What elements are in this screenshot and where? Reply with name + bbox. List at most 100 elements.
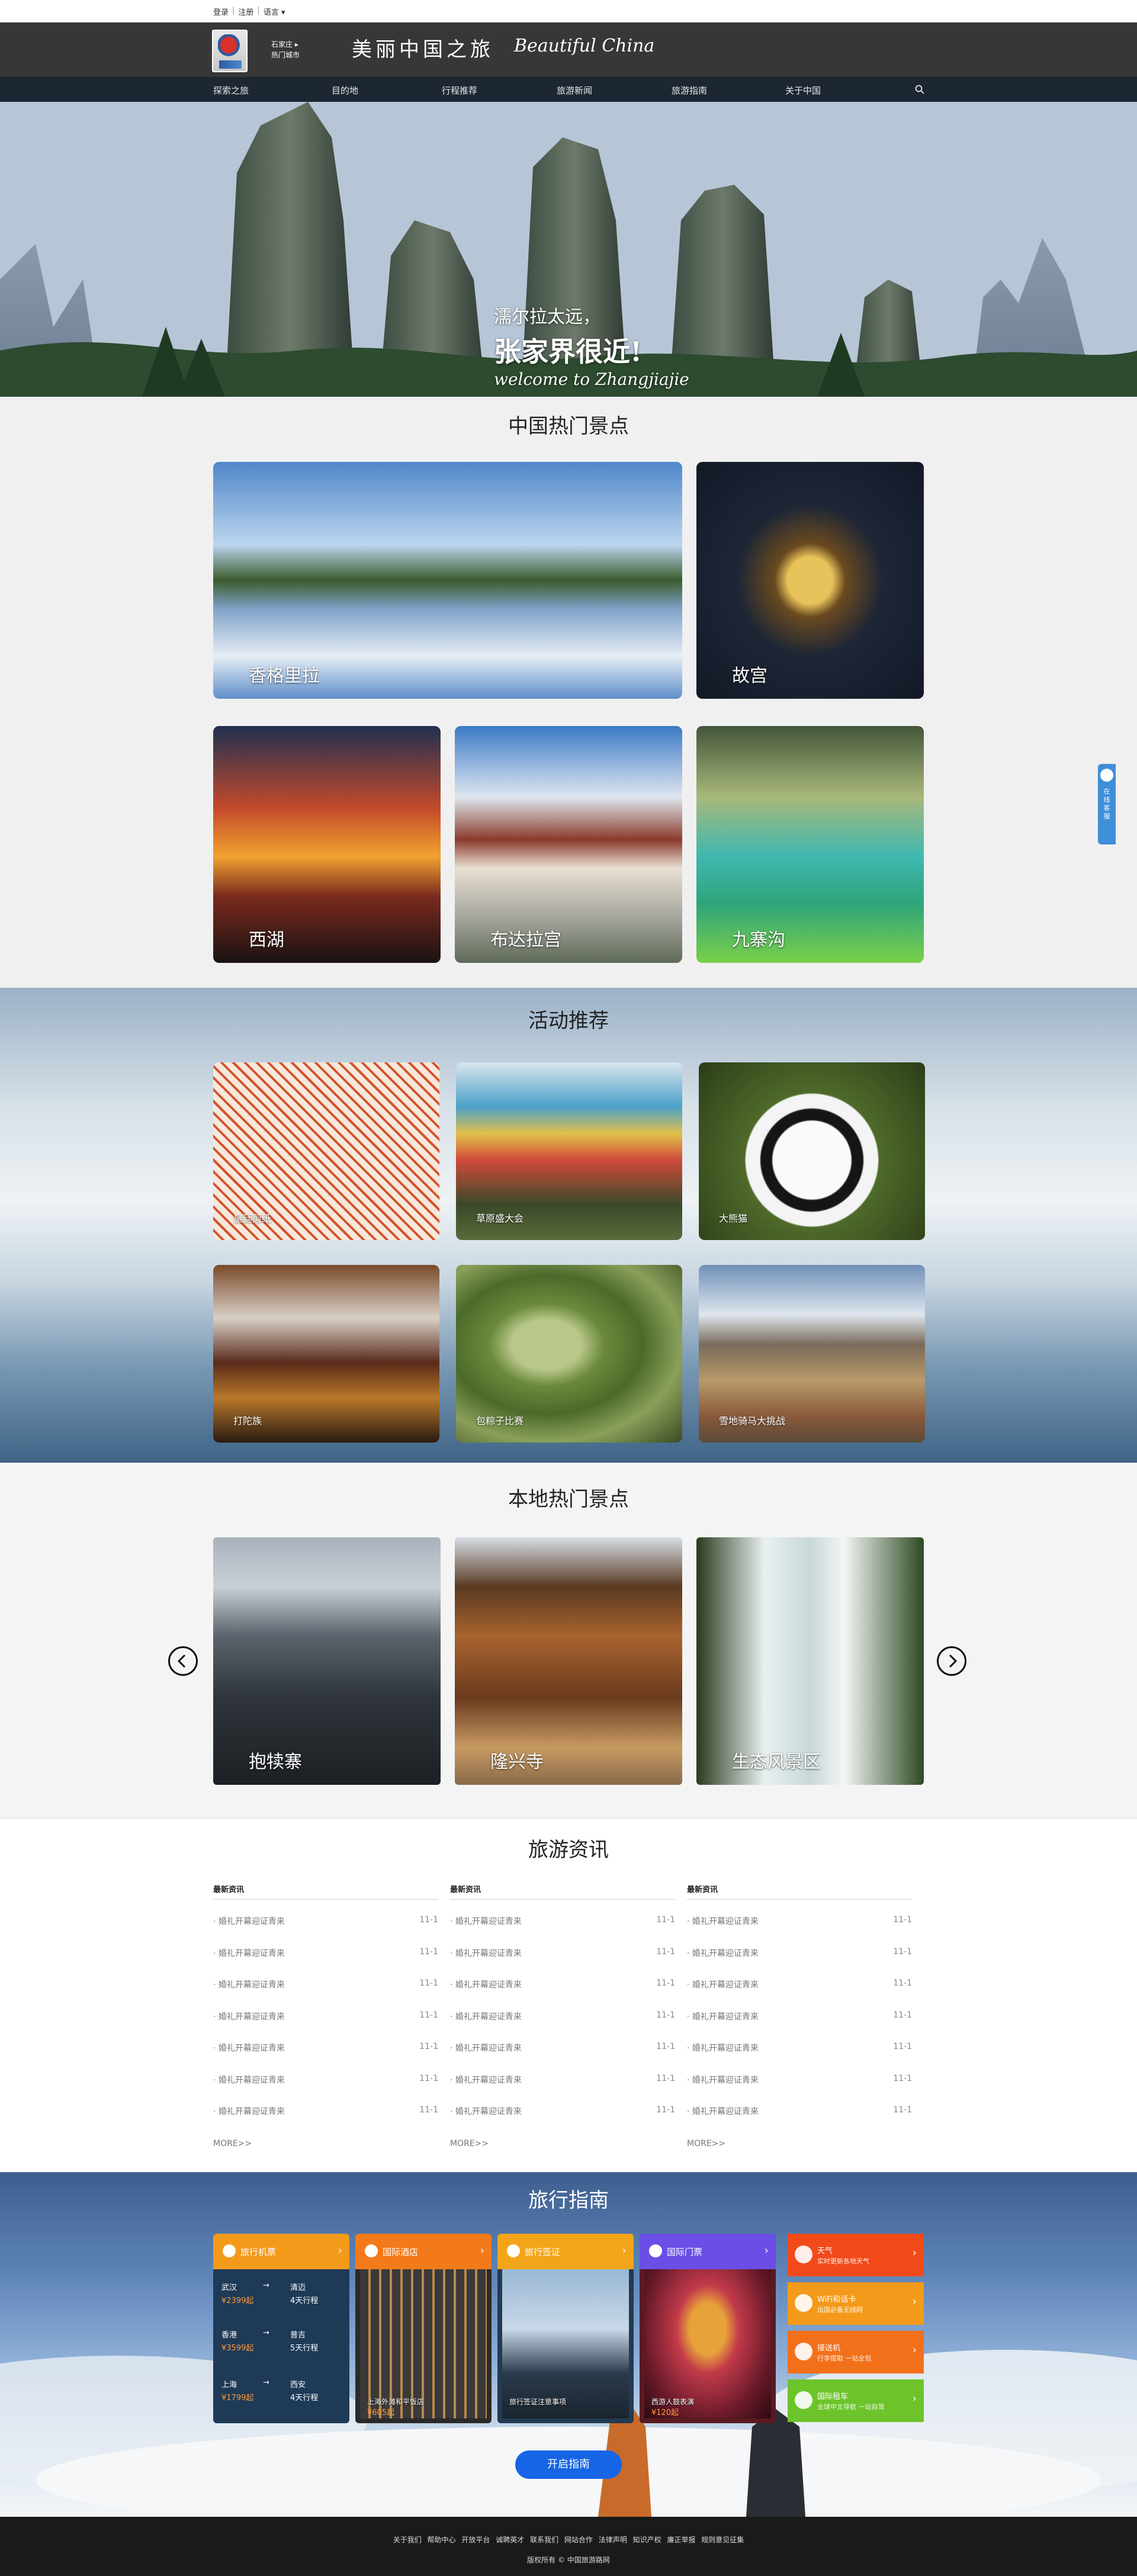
service-desc: 行李提取 一站全包 [817,2355,872,2362]
news-item-title[interactable]: · 婚礼开幕迎证青来 [687,1978,759,1990]
site-logo[interactable] [212,30,248,72]
footer-link-careers[interactable]: 诚聘英才 [496,2536,524,2544]
flight-price[interactable]: ¥3599起 [221,2341,253,2353]
spot-card-west-lake[interactable]: 西湖 [213,726,441,963]
hot-cities-link[interactable]: 热门城市 [271,50,300,60]
news-more-link[interactable]: MORE>> [213,2139,252,2148]
news-item-title[interactable]: · 婚礼开幕迎证青来 [687,2074,759,2086]
carousel-next-button[interactable] [937,1646,966,1676]
news-item-title[interactable]: · 婚礼开幕迎证青来 [450,2010,522,2022]
spot-card-jiuzhaigou[interactable]: 九寨沟 [696,726,924,963]
activity-card-zongzi[interactable]: 包粽子比赛 [456,1265,682,1443]
guide-card-title[interactable]: 旅行签证 [525,2246,560,2258]
guide-card-title[interactable]: 国际门票 [667,2246,702,2258]
news-item-title[interactable]: · 婚礼开幕迎证青来 [687,2010,759,2022]
local-spot-card-baoduzhai[interactable]: 抱犊寨 [213,1537,441,1785]
activity-card-papercut[interactable]: 皇廷剪纸 [213,1062,439,1240]
city-selector[interactable]: 石家庄 ▸ 热门城市 [271,39,300,60]
nav-item-about[interactable]: 关于中国 [785,84,821,97]
guide-card-title[interactable]: 旅行机票 [240,2246,276,2258]
news-item-title[interactable]: · 婚礼开幕迎证青来 [450,1915,522,1927]
guide-card-header[interactable]: 旅行机票 › [213,2234,349,2269]
news-item-title[interactable]: · 婚礼开幕迎证青来 [213,2105,285,2117]
news-item-title[interactable]: · 婚礼开幕迎证青来 [213,1947,285,1959]
hero-banner[interactable]: 濡尔拉太远， 张家界很近! welcome to Zhangjiajie [0,102,1137,397]
activity-card-snow-riding[interactable]: 雪地骑马大挑战 [699,1265,925,1443]
chevron-right-icon[interactable]: › [480,2244,484,2257]
news-item-title[interactable]: · 婚礼开幕迎证青来 [450,2042,522,2054]
news-item-title[interactable]: · 婚礼开幕迎证青来 [213,1915,285,1927]
guide-card-header[interactable]: 国际门票 › [640,2234,776,2269]
nav-item-itineraries[interactable]: 行程推荐 [442,84,477,97]
guide-card-title[interactable]: 国际酒店 [383,2246,418,2258]
current-city[interactable]: 石家庄 ▸ [271,39,300,50]
chevron-right-icon[interactable]: › [765,2244,769,2257]
news-item-title[interactable]: · 婚礼开幕迎证青来 [687,1947,759,1959]
login-link[interactable]: 登录 [213,6,229,17]
news-more-link[interactable]: MORE>> [450,2139,489,2148]
guide-card-header[interactable]: 国际酒店 › [355,2234,492,2269]
nav-item-destinations[interactable]: 目的地 [332,84,358,97]
footer-link-help[interactable]: 帮助中心 [428,2536,456,2544]
guide-card-header[interactable]: 旅行签证 › [497,2234,634,2269]
chevron-right-icon[interactable]: › [338,2244,342,2257]
footer-link-feedback[interactable]: 规则意见征集 [701,2536,744,2544]
nav-item-guide[interactable]: 旅游指南 [672,84,707,97]
news-item-title[interactable]: · 婚礼开幕迎证青来 [687,2042,759,2054]
activity-card-grassland[interactable]: 草原盛大会 [456,1062,682,1240]
footer-link-report[interactable]: 廉正举报 [667,2536,695,2544]
carousel-prev-button[interactable] [168,1646,198,1676]
news-item-title[interactable]: · 婚礼开幕迎证青来 [213,1978,285,1990]
news-item: · 婚礼开幕迎证青来 11-1 [687,1995,912,2027]
guide-card-hotel[interactable]: 国际酒店 › 上海外滩和平饭店 ¥605起 [355,2234,492,2423]
footer-link-ip[interactable]: 知识产权 [633,2536,661,2544]
local-spot-card-longxing-temple[interactable]: 隆兴寺 [455,1537,682,1785]
news-item-title[interactable]: · 婚礼开幕迎证青来 [213,2074,285,2086]
visa-caption[interactable]: 旅行签证注意事项 [509,2397,566,2407]
service-wifi[interactable]: WiFi和话卡 出国必备无线网 › [788,2282,924,2325]
guide-card-flights[interactable]: 旅行机票 › 武汉 → 清迈 ¥2399起 4天行程 香港 → 普吉 ¥3599… [213,2234,349,2423]
news-item-title[interactable]: · 婚礼开幕迎证青来 [450,2074,522,2086]
service-car-rental[interactable]: 国际租车 全球中文导航 一站自驾 › [788,2379,924,2422]
flight-price[interactable]: ¥1799起 [221,2391,253,2402]
news-item-title[interactable]: · 婚礼开幕迎证青来 [687,2105,759,2117]
footer-link-open-platform[interactable]: 开放平台 [461,2536,490,2544]
footer-link-about[interactable]: 关于我们 [393,2536,422,2544]
news-item-title[interactable]: · 婚礼开幕迎证青来 [687,1915,759,1927]
search-icon[interactable] [914,84,925,95]
chevron-right-icon[interactable]: › [622,2244,627,2257]
flight-price[interactable]: ¥2399起 [221,2294,253,2305]
local-spot-card-eco-park[interactable]: 生态风景区 [696,1537,924,1785]
guide-card-visa[interactable]: 旅行签证 › 旅行签证注意事项 [497,2234,634,2423]
nav-item-explore[interactable]: 探索之旅 [213,84,249,97]
chevron-right-icon[interactable]: › [913,2344,917,2356]
online-service-tab[interactable]: 在线客服 [1098,764,1116,844]
service-airport-transfer[interactable]: 接送机 行李提取 一站全包 › [788,2331,924,2373]
news-item-title[interactable]: · 婚礼开幕迎证青来 [450,2105,522,2117]
spot-card-potala[interactable]: 布达拉宫 [455,726,682,963]
open-guide-button[interactable]: 开启指南 [515,2450,622,2479]
chevron-right-icon[interactable]: › [913,2247,917,2259]
guide-card-tickets[interactable]: 国际门票 › 西游人鼓表演 ¥120起 [640,2234,776,2423]
activity-card-ethnic[interactable]: 打陀族 [213,1265,439,1443]
spot-card-forbidden-city[interactable]: 故宫 [696,462,924,699]
chevron-right-icon[interactable]: › [913,2295,917,2308]
nav-item-news[interactable]: 旅游新闻 [557,84,592,97]
news-item-title[interactable]: · 婚礼开幕迎证青来 [450,1978,522,1990]
hotel-name[interactable]: 上海外滩和平饭店 [367,2397,424,2407]
spot-card-shangrila[interactable]: 香格里拉 [213,462,682,699]
activity-card-panda[interactable]: 大熊猫 [699,1062,925,1240]
news-item: · 婚礼开幕迎证青来 11-1 [450,1995,675,2027]
news-more-link[interactable]: MORE>> [687,2139,725,2148]
news-item-title[interactable]: · 婚礼开幕迎证青来 [213,2042,285,2054]
footer-link-contact[interactable]: 联系我们 [530,2536,558,2544]
ticket-caption[interactable]: 西游人鼓表演 [651,2397,694,2407]
news-item-title[interactable]: · 婚礼开幕迎证青来 [450,1947,522,1959]
language-dropdown[interactable]: 语言 ▾ [264,6,285,17]
news-item-title[interactable]: · 婚礼开幕迎证青来 [213,2010,285,2022]
footer-link-partnership[interactable]: 网站合作 [564,2536,593,2544]
register-link[interactable]: 注册 [238,6,253,17]
service-weather[interactable]: 天气 实时更新各地天气 › [788,2234,924,2276]
footer-link-legal[interactable]: 法律声明 [599,2536,627,2544]
chevron-right-icon[interactable]: › [913,2392,917,2405]
